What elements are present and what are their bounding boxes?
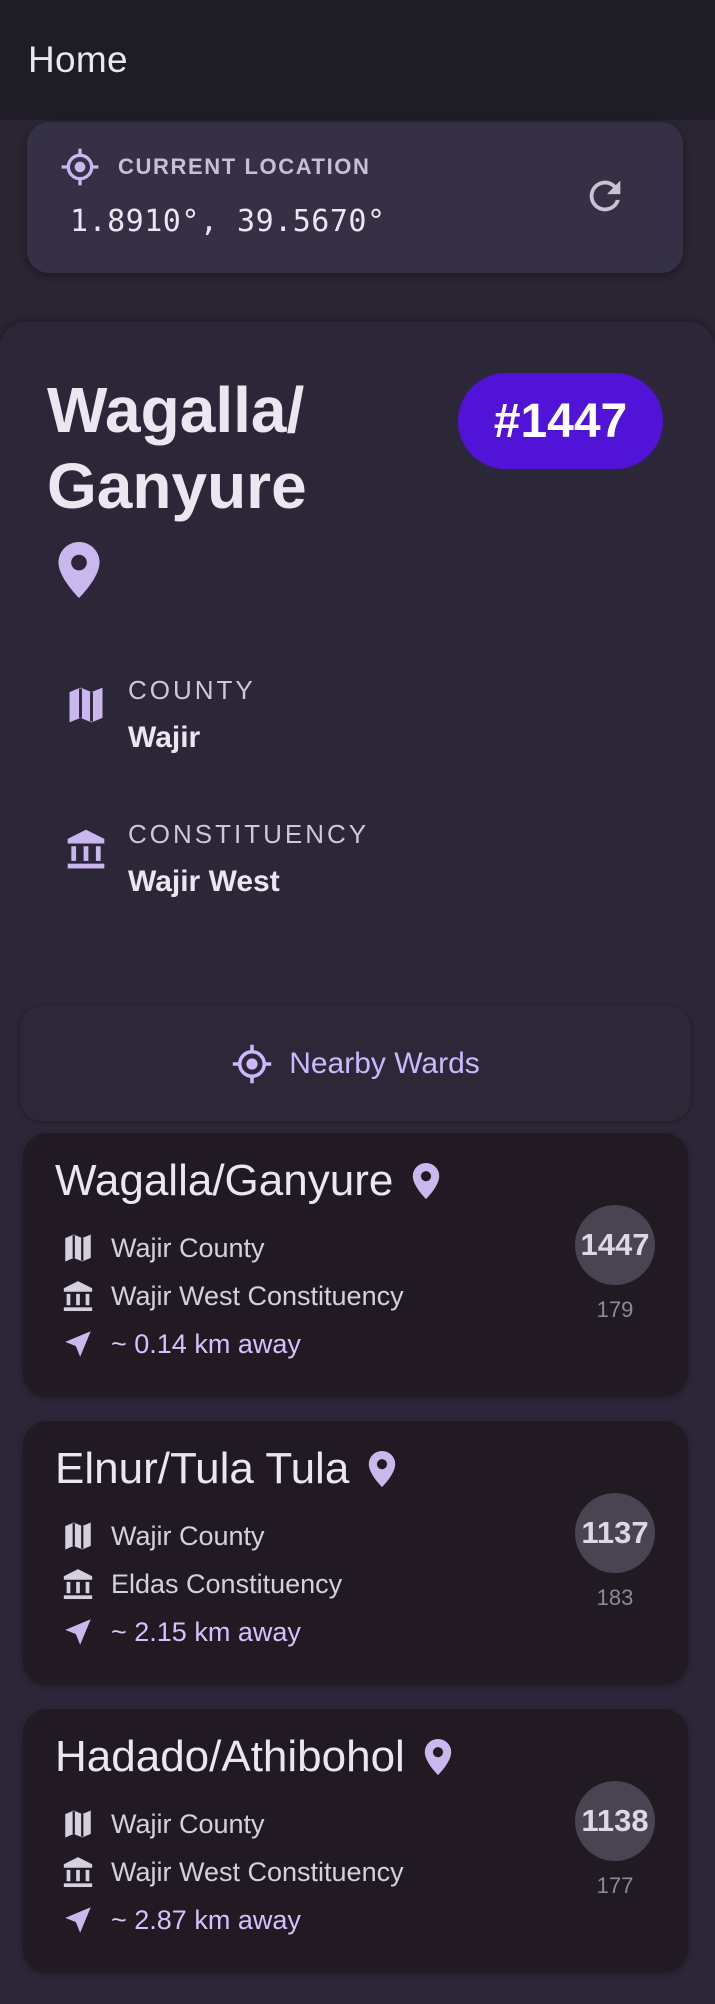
navigation-icon bbox=[65, 1907, 91, 1933]
nearby-ward-distance-text: ~ 0.14 km away bbox=[111, 1328, 301, 1359]
constituency-label: CONSTITUENCY bbox=[128, 819, 370, 849]
ward-code-badge: 1137 bbox=[575, 1493, 655, 1573]
refresh-icon[interactable] bbox=[582, 173, 628, 219]
navigation-icon bbox=[65, 1331, 91, 1357]
nearby-ward-distance: ~ 0.14 km away bbox=[61, 1327, 301, 1361]
nearby-ward-constituency-text: Wajir West Constituency bbox=[111, 1856, 404, 1887]
nearby-ward-name: Elnur/Tula Tula bbox=[55, 1444, 350, 1493]
pin-icon bbox=[413, 1163, 440, 1199]
nearby-ward-distance-text: ~ 2.87 km away bbox=[111, 1904, 301, 1935]
county-value: Wajir bbox=[128, 721, 201, 754]
map-icon bbox=[69, 687, 103, 723]
nearby-ward-constituency: Wajir West Constituency bbox=[61, 1279, 404, 1313]
nearby-ward-title: Wagalla/Ganyure bbox=[55, 1156, 441, 1206]
ward-name: Wagalla/ Ganyure bbox=[47, 374, 307, 522]
nearby-ward-county-text: Wajir County bbox=[111, 1808, 265, 1839]
current-location-label: CURRENT LOCATION bbox=[118, 154, 371, 179]
nearby-ward-county-text: Wajir County bbox=[111, 1232, 265, 1263]
county-label: COUNTY bbox=[128, 675, 256, 705]
nearby-ward-county: Wajir County bbox=[61, 1519, 265, 1553]
pin-icon bbox=[58, 542, 100, 598]
bank-icon bbox=[63, 1857, 93, 1888]
nearby-ward-distance: ~ 2.87 km away bbox=[61, 1903, 301, 1937]
pin-icon bbox=[369, 1451, 396, 1487]
ward-code-badge: 1138 bbox=[575, 1781, 655, 1861]
bank-icon bbox=[63, 1569, 93, 1600]
ward-secondary-number: 179 bbox=[596, 1297, 634, 1322]
constituency-value: Wajir West bbox=[128, 865, 280, 898]
nearby-ward-name: Hadado/Athibohol bbox=[55, 1732, 405, 1781]
app-bar: Home bbox=[0, 0, 715, 120]
ward-secondary-number: 183 bbox=[596, 1585, 634, 1610]
map-icon bbox=[65, 1522, 91, 1550]
current-location-card: CURRENT LOCATION 1.8910°, 39.5670° bbox=[27, 122, 683, 273]
bank-icon bbox=[67, 829, 105, 869]
nearby-ward-distance: ~ 2.15 km away bbox=[61, 1615, 301, 1649]
bank-icon bbox=[63, 1281, 93, 1312]
current-location-header: CURRENT LOCATION bbox=[60, 147, 371, 187]
nearby-ward-card[interactable]: Wagalla/Ganyure Wajir County Wajir West … bbox=[23, 1133, 688, 1396]
ward-number-badge: #1447 bbox=[458, 373, 663, 469]
my-location-icon bbox=[232, 1044, 272, 1083]
nearby-ward-county: Wajir County bbox=[61, 1807, 265, 1841]
map-icon bbox=[65, 1234, 91, 1262]
page-title: Home bbox=[28, 39, 128, 80]
nearby-wards-button[interactable]: Nearby Wards bbox=[20, 1006, 691, 1121]
nearby-ward-constituency: Wajir West Constituency bbox=[61, 1855, 404, 1889]
nearby-ward-county: Wajir County bbox=[61, 1231, 265, 1265]
navigation-icon bbox=[65, 1619, 91, 1645]
nearby-ward-distance-text: ~ 2.15 km away bbox=[111, 1616, 301, 1647]
nearby-ward-county-text: Wajir County bbox=[111, 1520, 265, 1551]
ward-secondary-number: 177 bbox=[596, 1873, 634, 1898]
nearby-ward-constituency-text: Eldas Constituency bbox=[111, 1568, 343, 1599]
ward-code-badge: 1447 bbox=[575, 1205, 655, 1285]
map-icon bbox=[65, 1810, 91, 1838]
nearby-ward-name: Wagalla/Ganyure bbox=[55, 1156, 394, 1205]
nearby-ward-card[interactable]: Hadado/Athibohol Wajir County Wajir West… bbox=[23, 1709, 688, 1972]
nearby-ward-title: Hadado/Athibohol bbox=[55, 1732, 453, 1782]
pin-icon bbox=[424, 1739, 452, 1775]
nearby-ward-card[interactable]: Elnur/Tula Tula Wajir County Eldas Const… bbox=[23, 1421, 688, 1684]
nearby-wards-label: Nearby Wards bbox=[289, 1046, 480, 1080]
nearby-ward-title: Elnur/Tula Tula bbox=[55, 1444, 397, 1494]
coordinates-value: 1.8910°, 39.5670° bbox=[70, 204, 386, 239]
nearby-ward-constituency-text: Wajir West Constituency bbox=[111, 1280, 404, 1311]
nearby-ward-constituency: Eldas Constituency bbox=[61, 1567, 342, 1601]
my-location-icon bbox=[61, 148, 99, 186]
